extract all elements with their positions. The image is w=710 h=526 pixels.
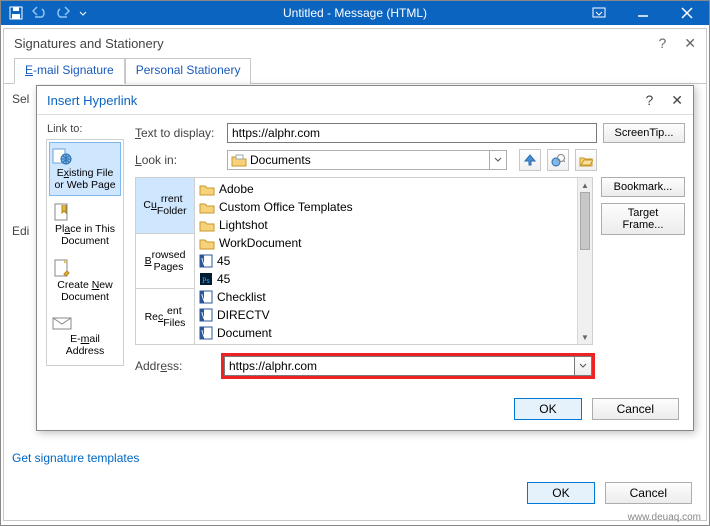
svg-text:W: W <box>201 257 210 267</box>
file-name: Document <box>217 326 272 340</box>
help-icon[interactable]: ? <box>645 92 653 109</box>
insert-hyperlink-title: Insert Hyperlink <box>47 93 137 108</box>
globe-page-icon <box>52 147 118 165</box>
btab-recent-files[interactable]: RecentFiles <box>136 289 194 344</box>
look-in-dropdown[interactable]: Documents <box>227 150 507 170</box>
file-list[interactable]: Adobe Custom Office Templates Lightshot Wor… <box>195 177 593 345</box>
address-label: Address: <box>135 359 221 373</box>
undo-icon[interactable] <box>31 6 47 20</box>
svg-text:W: W <box>201 329 210 339</box>
linkto-existing-file[interactable]: Existing File or Web Page <box>49 142 121 196</box>
linkto-create-new[interactable]: Create New Document <box>49 254 121 308</box>
signatures-title: Signatures and Stationery <box>14 36 164 51</box>
file-item[interactable]: Lightshot <box>197 216 590 234</box>
browse-web-button[interactable] <box>547 149 569 171</box>
ribbon-display-icon[interactable] <box>577 1 621 25</box>
btab-current-folder[interactable]: CurrentFolder <box>136 178 194 234</box>
file-item[interactable]: Adobe <box>197 180 590 198</box>
file-name: WorkDocument <box>219 236 301 250</box>
save-icon[interactable] <box>9 6 23 20</box>
redo-icon[interactable] <box>55 6 71 20</box>
btab-browsed-pages[interactable]: BrowsedPages <box>136 234 194 290</box>
svg-text:Ps: Ps <box>202 276 210 285</box>
file-item[interactable]: W 45 <box>197 252 590 270</box>
file-item[interactable]: Custom Office Templates <box>197 198 590 216</box>
signatures-ok-button[interactable]: OK <box>527 482 594 504</box>
envelope-icon <box>52 315 118 331</box>
main-titlebar: Untitled - Message (HTML) <box>1 1 709 25</box>
hyperlink-cancel-button[interactable]: Cancel <box>592 398 679 420</box>
word-icon: W <box>199 290 213 304</box>
signature-tabs: E-mail Signature Personal Stationery <box>14 58 706 84</box>
scroll-up-icon[interactable]: ▲ <box>578 178 592 192</box>
file-name: Lightshot <box>219 218 268 232</box>
file-name: DIRECTV <box>217 308 270 322</box>
folder-icon <box>199 200 215 214</box>
minimize-icon[interactable] <box>621 1 665 25</box>
folder-documents-icon <box>231 153 247 167</box>
document-bookmark-icon <box>52 203 118 221</box>
file-item[interactable]: W DIRECTV <box>197 306 590 324</box>
bookmark-button[interactable]: Bookmark... <box>601 177 685 197</box>
help-icon[interactable]: ? <box>658 35 666 52</box>
screentip-button[interactable]: ScreenTip... <box>603 123 685 143</box>
linkto-email-address[interactable]: E-mail Address <box>49 310 121 362</box>
qat-dropdown-icon[interactable] <box>79 6 87 20</box>
up-one-level-button[interactable] <box>519 149 541 171</box>
target-frame-button[interactable]: Target Frame... <box>601 203 685 235</box>
text-to-display-input[interactable] <box>227 123 597 143</box>
file-name: 45 <box>217 254 230 268</box>
file-name: Custom Office Templates <box>219 200 353 214</box>
word-icon: W <box>199 326 213 340</box>
scroll-down-icon[interactable]: ▼ <box>578 330 592 344</box>
close-icon[interactable]: ✕ <box>671 92 683 109</box>
file-item[interactable]: Ps 45 <box>197 270 590 288</box>
linkto-existing-label: Existing File or Web Page <box>54 167 115 191</box>
window-title: Untitled - Message (HTML) <box>283 6 427 20</box>
address-field-highlight <box>221 353 595 379</box>
address-input[interactable] <box>224 356 574 376</box>
word-icon: W <box>199 254 213 268</box>
watermark: www.deuaq.com <box>628 512 701 523</box>
link-to-label: Link to: <box>45 123 82 135</box>
file-name: 45 <box>217 272 230 286</box>
select-label: Sel <box>12 92 29 106</box>
edit-label: Edi <box>12 224 29 238</box>
link-to-panel: Existing File or Web Page Place in This … <box>46 139 124 366</box>
close-icon[interactable]: ✕ <box>684 35 696 52</box>
file-name: Checklist <box>217 290 266 304</box>
get-templates-link[interactable]: Get signature templates <box>12 451 139 465</box>
folder-icon <box>199 218 215 232</box>
linkto-create-label: Create New Document <box>57 279 112 303</box>
look-in-label: Look in: <box>135 153 221 167</box>
file-item[interactable]: W Document <box>197 324 590 342</box>
file-item[interactable]: W Checklist <box>197 288 590 306</box>
browse-file-button[interactable] <box>575 149 597 171</box>
insert-hyperlink-dialog: Insert Hyperlink ? ✕ Link to: Existing F… <box>36 85 694 431</box>
chevron-down-icon <box>489 151 506 169</box>
folder-icon <box>199 236 215 250</box>
scrollbar[interactable]: ▲ ▼ <box>577 178 592 344</box>
hyperlink-ok-button[interactable]: OK <box>514 398 581 420</box>
linkto-email-label: E-mail Address <box>66 333 105 357</box>
folder-icon <box>199 182 215 196</box>
ps-icon: Ps <box>199 272 213 286</box>
close-icon[interactable] <box>665 1 709 25</box>
file-name: Adobe <box>219 182 254 196</box>
signatures-cancel-button[interactable]: Cancel <box>605 482 692 504</box>
text-to-display-label: Text to display: <box>135 126 221 140</box>
svg-text:W: W <box>201 293 210 303</box>
svg-text:W: W <box>201 311 210 321</box>
new-document-icon <box>52 259 118 277</box>
tab-personal-stationery[interactable]: Personal Stationery <box>125 58 252 84</box>
tab-email-signature[interactable]: E-mail Signature <box>14 58 125 84</box>
word-icon: W <box>199 308 213 322</box>
file-item[interactable]: WorkDocument <box>197 234 590 252</box>
scroll-thumb[interactable] <box>580 192 590 250</box>
browse-tabs: CurrentFolder BrowsedPages RecentFiles <box>135 177 195 345</box>
linkto-place-label: Place in This Document <box>55 223 115 247</box>
linkto-place-in-document[interactable]: Place in This Document <box>49 198 121 252</box>
address-dropdown[interactable] <box>574 356 592 376</box>
